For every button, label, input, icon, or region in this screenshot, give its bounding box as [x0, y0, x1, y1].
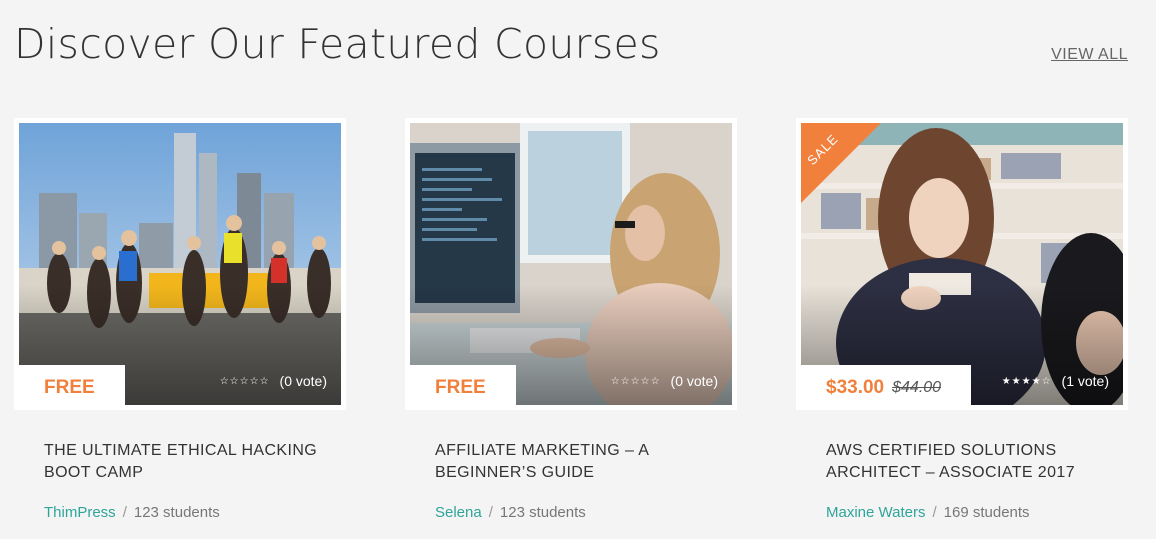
view-all-link[interactable]: VIEW ALL: [1051, 46, 1128, 64]
course-thumbnail[interactable]: SALE $33.00 $44.00 ★★★★☆ (1 vote): [796, 118, 1128, 410]
course-thumbnail[interactable]: FREE ☆☆☆☆☆ (0 vote): [405, 118, 737, 410]
course-meta: ThimPress / 123 students: [44, 504, 346, 521]
star-rating-icon: ☆☆☆☆☆: [610, 375, 661, 387]
student-count: 169 students: [943, 504, 1030, 521]
course-card[interactable]: FREE ☆☆☆☆☆ (0 vote) AFFILIATE MARKETING …: [405, 118, 737, 521]
course-price: $33.00: [826, 376, 885, 398]
vote-count: (1 vote): [1061, 373, 1109, 389]
course-price: FREE: [435, 376, 486, 398]
course-card[interactable]: SALE $33.00 $44.00 ★★★★☆ (1 vote) AWS CE…: [796, 118, 1128, 521]
old-price: $44.00: [892, 378, 942, 396]
student-count: 123 students: [499, 504, 586, 521]
course-card[interactable]: FREE ☆☆☆☆☆ (0 vote) THE ULTIMATE ETHICAL…: [14, 118, 346, 521]
meta-separator: /: [122, 504, 127, 521]
rating: ☆☆☆☆☆ (0 vote): [220, 373, 327, 389]
sale-ribbon: SALE: [801, 123, 886, 208]
teacher-link[interactable]: Selena: [435, 504, 482, 521]
star-rating-icon: ★★★★☆: [1001, 375, 1052, 387]
course-title[interactable]: THE ULTIMATE ETHICAL HACKING BOOT CAMP: [44, 440, 324, 484]
student-count: 123 students: [133, 504, 220, 521]
course-title[interactable]: AWS CERTIFIED SOLUTIONS ARCHITECT – ASSO…: [826, 440, 1106, 484]
vote-count: (0 vote): [279, 373, 327, 389]
course-meta: Maxine Waters / 169 students: [826, 504, 1128, 521]
course-meta: Selena / 123 students: [435, 504, 737, 521]
teacher-link[interactable]: Maxine Waters: [826, 504, 925, 521]
vote-count: (0 vote): [670, 373, 718, 389]
meta-separator: /: [488, 504, 493, 521]
price-box: $33.00 $44.00: [801, 365, 972, 405]
teacher-link[interactable]: ThimPress: [44, 504, 116, 521]
price-box: FREE: [410, 365, 516, 405]
course-title[interactable]: AFFILIATE MARKETING – A BEGINNER’S GUIDE: [435, 440, 715, 484]
price-box: FREE: [19, 365, 125, 405]
course-thumbnail[interactable]: FREE ☆☆☆☆☆ (0 vote): [14, 118, 346, 410]
course-price: FREE: [44, 376, 95, 398]
page-title: Discover Our Featured Courses: [14, 20, 661, 68]
rating: ★★★★☆ (1 vote): [1002, 373, 1109, 389]
star-rating-icon: ☆☆☆☆☆: [219, 375, 270, 387]
rating: ☆☆☆☆☆ (0 vote): [611, 373, 718, 389]
meta-separator: /: [932, 504, 937, 521]
